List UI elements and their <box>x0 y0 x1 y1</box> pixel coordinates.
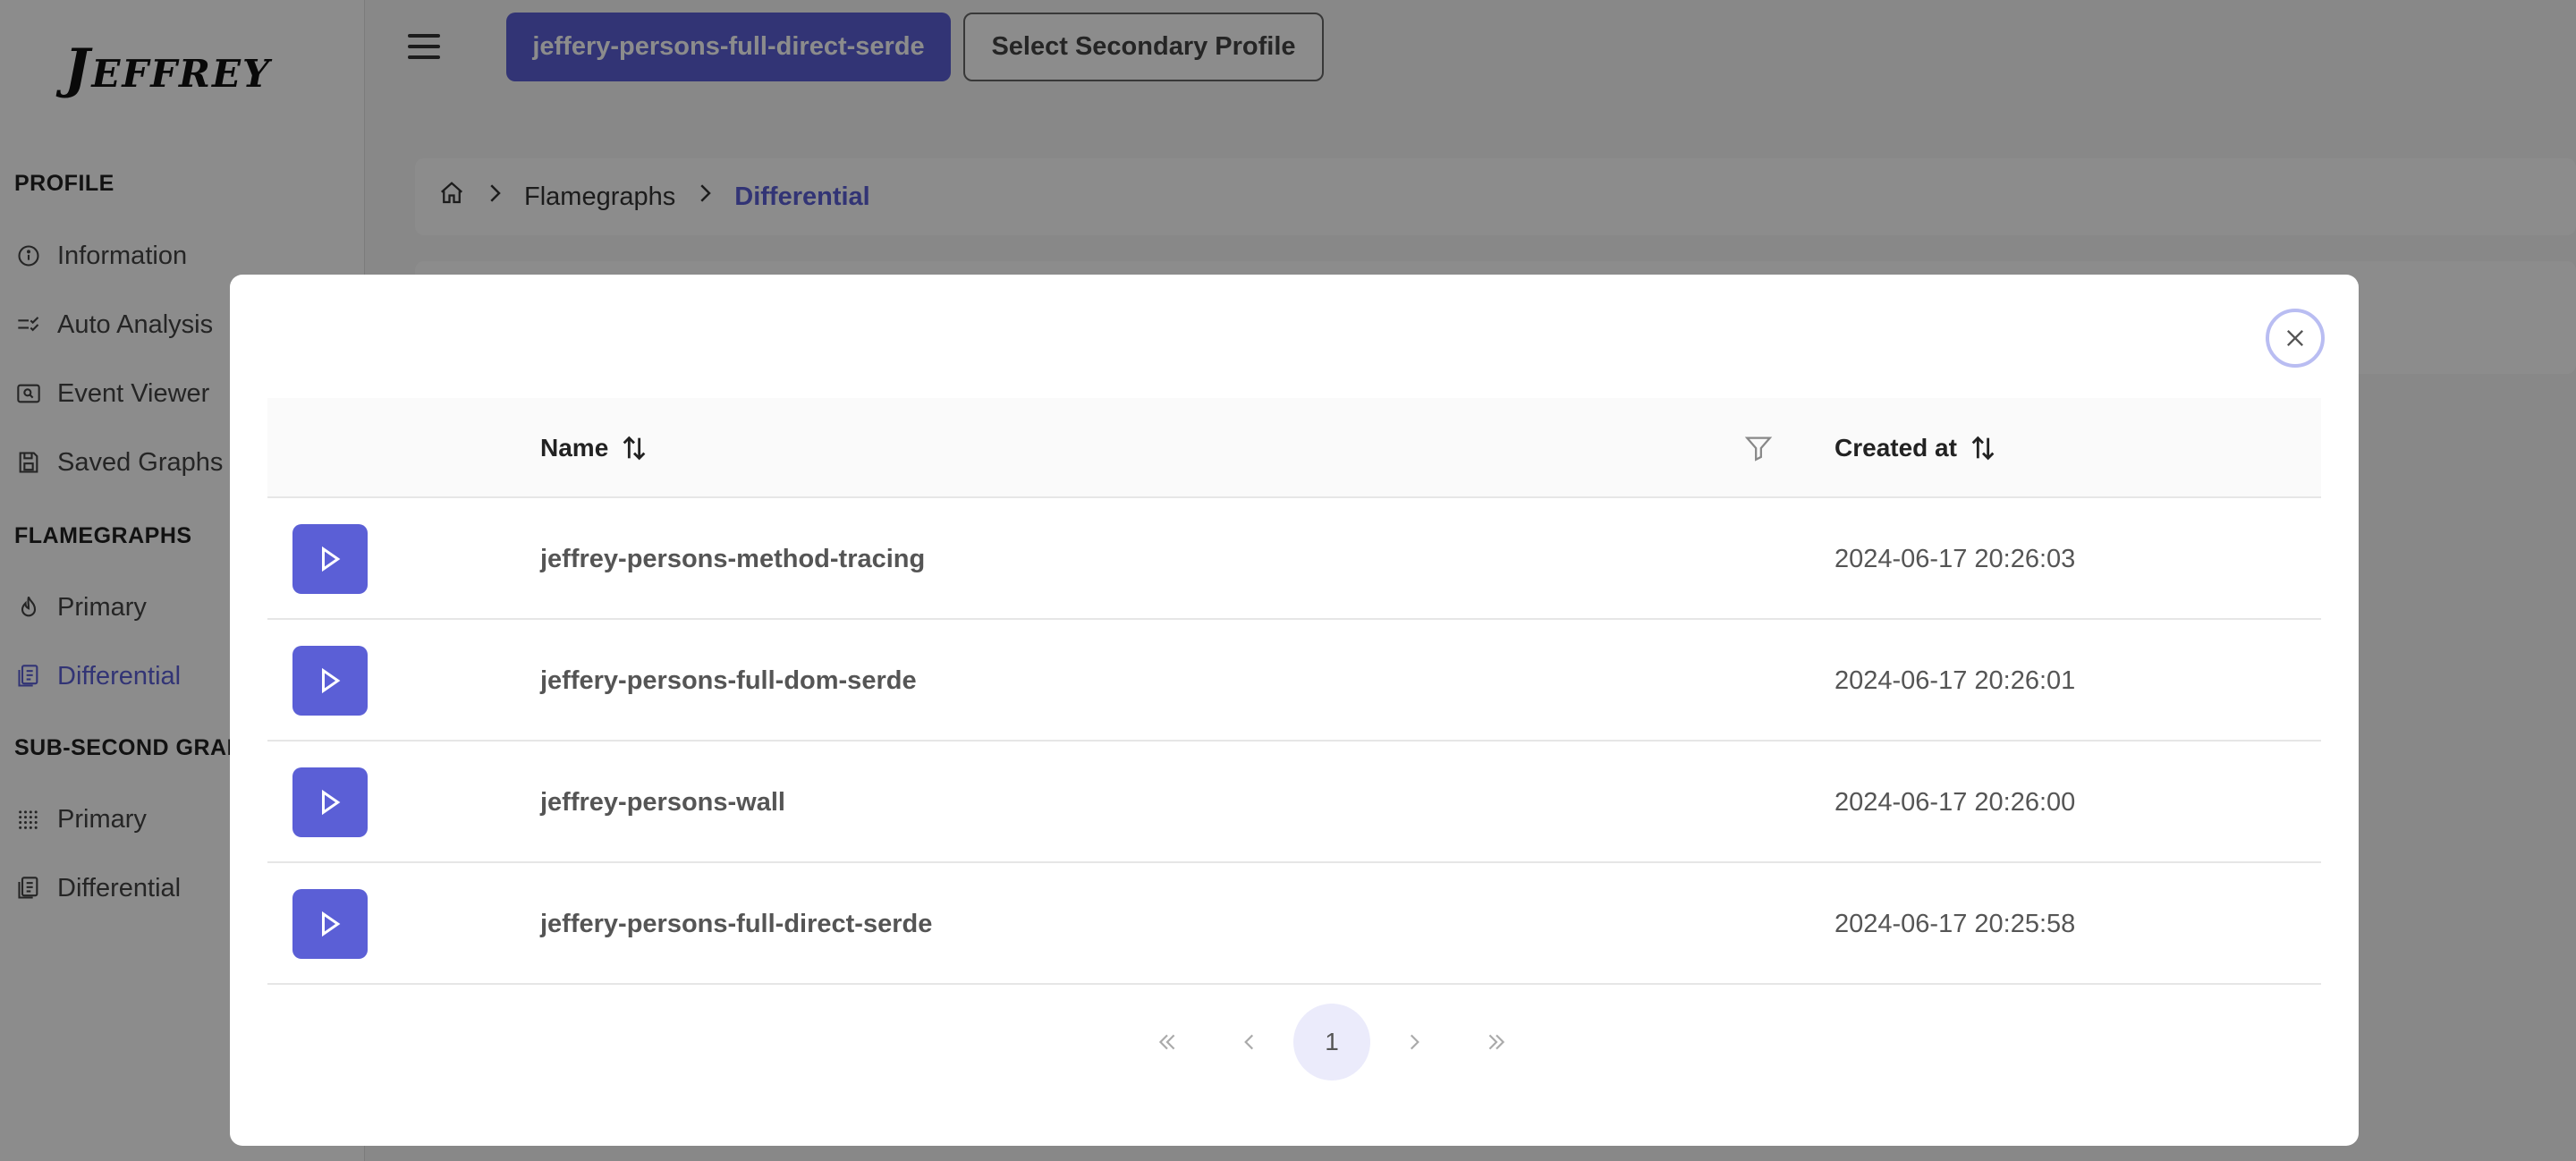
select-profile-button[interactable] <box>292 889 368 959</box>
table-row: jeffrey-persons-method-tracing 2024-06-1… <box>267 498 2321 620</box>
profile-created-at: 2024-06-17 20:25:58 <box>1835 909 2076 938</box>
column-header-label: Name <box>540 434 609 462</box>
profile-name: jeffery-persons-full-direct-serde <box>540 909 933 938</box>
play-icon <box>322 546 341 572</box>
table-row: jeffrey-persons-wall 2024-06-17 20:26:00 <box>267 742 2321 863</box>
prev-page-button[interactable] <box>1211 1004 1288 1080</box>
profile-name: jeffrey-persons-method-tracing <box>540 544 926 573</box>
page-1-button[interactable]: 1 <box>1293 1004 1370 1080</box>
table-row: jeffery-persons-full-direct-serde 2024-0… <box>267 863 2321 985</box>
play-icon <box>322 789 341 816</box>
double-chevron-right-icon <box>1488 1034 1505 1050</box>
profile-name: jeffery-persons-full-dom-serde <box>540 665 917 695</box>
profiles-table: Name Created at jeffrey-persons-method-t… <box>267 398 2321 985</box>
column-header-name[interactable]: Name <box>540 398 649 498</box>
pagination: 1 <box>230 1004 2359 1080</box>
next-page-button[interactable] <box>1376 1004 1453 1080</box>
select-profile-button[interactable] <box>292 767 368 837</box>
select-profile-button[interactable] <box>292 524 368 594</box>
table-row: jeffery-persons-full-dom-serde 2024-06-1… <box>267 620 2321 742</box>
filter-icon[interactable] <box>1743 432 1774 464</box>
first-page-button[interactable] <box>1129 1004 1206 1080</box>
play-icon <box>322 667 341 694</box>
column-header-created-at[interactable]: Created at <box>1835 398 1998 498</box>
last-page-button[interactable] <box>1458 1004 1535 1080</box>
select-profile-modal: Name Created at jeffrey-persons-method-t… <box>230 275 2359 1146</box>
profile-created-at: 2024-06-17 20:26:03 <box>1835 544 2076 573</box>
sort-icon[interactable] <box>1968 433 1998 463</box>
play-icon <box>322 911 341 937</box>
chevron-right-icon <box>1410 1034 1419 1050</box>
column-header-label: Created at <box>1835 434 1957 462</box>
sort-icon[interactable] <box>619 433 649 463</box>
table-header: Name Created at <box>267 398 2321 498</box>
double-chevron-left-icon <box>1158 1034 1175 1050</box>
select-profile-button[interactable] <box>292 646 368 716</box>
profile-created-at: 2024-06-17 20:26:00 <box>1835 787 2076 817</box>
chevron-left-icon <box>1244 1034 1254 1050</box>
profile-name: jeffrey-persons-wall <box>540 787 785 817</box>
profile-created-at: 2024-06-17 20:26:01 <box>1835 665 2076 695</box>
close-icon <box>2287 330 2303 346</box>
close-button[interactable] <box>2266 309 2325 368</box>
